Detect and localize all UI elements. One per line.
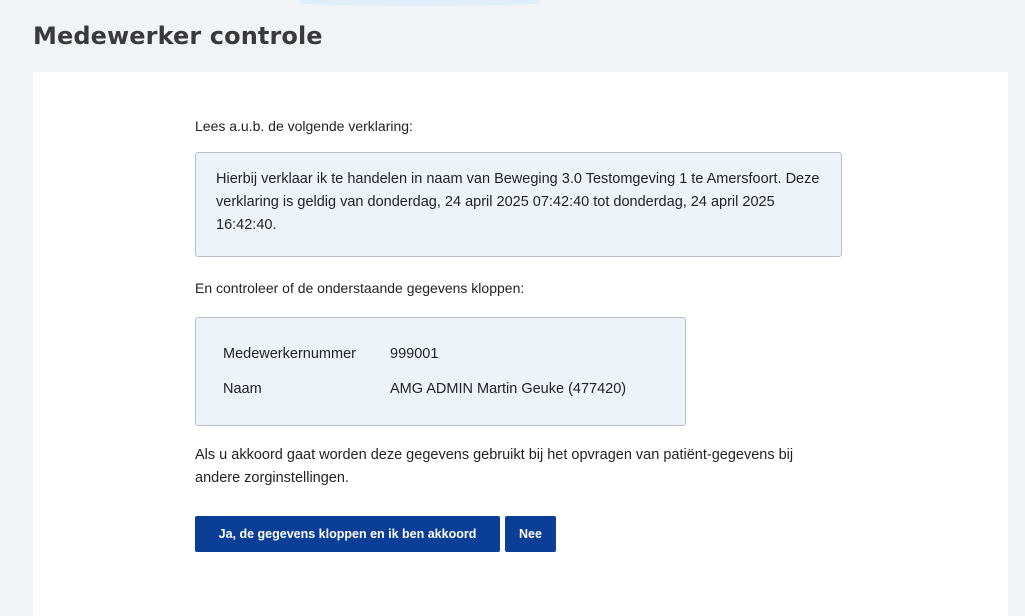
decline-button[interactable]: Nee [505, 516, 556, 552]
header-accent [300, 0, 540, 6]
employee-details-table: Medewerkernummer 999001 Naam AMG ADMIN M… [223, 336, 626, 406]
name-label: Naam [223, 380, 262, 397]
employee-details-box: Medewerkernummer 999001 Naam AMG ADMIN M… [195, 317, 686, 426]
button-row: Ja, de gegevens kloppen en ik ben akkoor… [195, 516, 556, 552]
name-value: AMG ADMIN Martin Geuke (477420) [390, 380, 627, 397]
details-intro: En controleer of de onderstaande gegeven… [195, 280, 525, 296]
page: Medewerker controle Lees a.u.b. de volge… [0, 0, 1025, 616]
page-title: Medewerker controle [33, 22, 323, 50]
statement-intro: Lees a.u.b. de volgende verklaring: [195, 118, 413, 134]
agree-button[interactable]: Ja, de gegevens kloppen en ik ben akkoor… [195, 516, 500, 552]
employee-number-value: 999001 [390, 345, 439, 362]
employee-number-label: Medewerkernummer [223, 345, 356, 362]
consent-text: Als u akkoord gaat worden deze gegevens … [195, 447, 794, 486]
details-row-name: Naam AMG ADMIN Martin Geuke (477420) [223, 371, 626, 406]
content-card: Lees a.u.b. de volgende verklaring: Hier… [33, 72, 1008, 616]
statement-box: Hierbij verklaar ik te handelen in naam … [195, 152, 842, 257]
details-row-employee-number: Medewerkernummer 999001 [223, 336, 626, 371]
